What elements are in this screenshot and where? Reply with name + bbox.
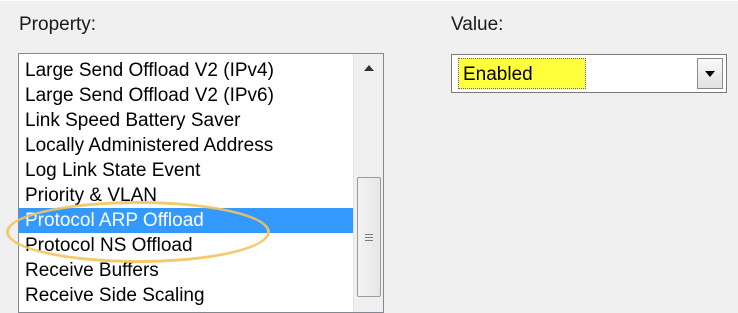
property-list-item[interactable]: Large Send Offload V2 (IPv4) bbox=[19, 58, 353, 83]
triangle-down-icon bbox=[705, 70, 715, 77]
property-label: Property: bbox=[19, 14, 97, 35]
scroll-up-button[interactable] bbox=[354, 54, 383, 82]
property-list-item[interactable]: Receive Buffers bbox=[19, 258, 353, 283]
property-list-item[interactable]: Link Speed Battery Saver bbox=[19, 108, 353, 133]
grip-lines-icon bbox=[365, 232, 373, 243]
top-edge bbox=[0, 0, 738, 1]
property-list-item[interactable]: Locally Administered Address bbox=[19, 133, 353, 158]
property-list-item[interactable]: Receive Side Scaling bbox=[19, 283, 353, 308]
value-combobox[interactable]: Enabled bbox=[451, 54, 727, 93]
value-selected-text: Enabled bbox=[458, 58, 586, 89]
property-list-item[interactable]: Large Send Offload V2 (IPv6) bbox=[19, 83, 353, 108]
property-list-item[interactable]: Priority & VLAN bbox=[19, 183, 353, 208]
property-list-item[interactable]: Protocol ARP Offload bbox=[19, 208, 353, 233]
scroll-thumb[interactable] bbox=[357, 177, 381, 297]
triangle-up-icon bbox=[363, 65, 374, 71]
property-list-item[interactable]: Protocol NS Offload bbox=[19, 233, 353, 258]
property-list: Large Send Offload V2 (IPv4) Large Send O… bbox=[19, 58, 353, 308]
vertical-scrollbar[interactable] bbox=[353, 54, 383, 312]
value-label: Value: bbox=[451, 14, 504, 35]
property-listbox[interactable]: Large Send Offload V2 (IPv4) Large Send O… bbox=[18, 53, 384, 313]
dropdown-button[interactable] bbox=[697, 58, 723, 89]
property-list-item[interactable]: Log Link State Event bbox=[19, 158, 353, 183]
